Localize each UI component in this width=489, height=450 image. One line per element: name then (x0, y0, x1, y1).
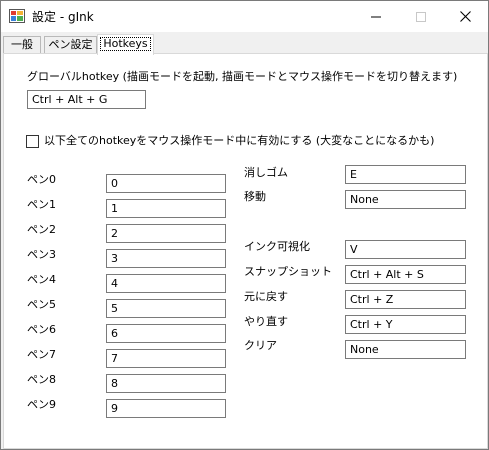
mouse-mode-checkbox[interactable] (26, 135, 39, 148)
close-icon (460, 11, 471, 22)
global-hotkey-field[interactable]: Ctrl + Alt + G (27, 90, 146, 109)
pen-3-hotkey-field[interactable]: 3 (106, 249, 226, 268)
maximize-button[interactable] (398, 1, 443, 32)
tab-pen-settings[interactable]: ペン設定 (44, 36, 97, 54)
pen-5-hotkey-field[interactable]: 5 (106, 299, 226, 318)
pen-7-hotkey-field[interactable]: 7 (106, 349, 226, 368)
pen-5-label: ペン5 (27, 298, 56, 311)
redo-hotkey-field[interactable]: Ctrl + Y (345, 315, 466, 334)
pen-7-label: ペン7 (27, 348, 56, 361)
snapshot-label: スナップショット (244, 265, 332, 278)
minimize-button[interactable] (353, 1, 398, 32)
minimize-icon (370, 16, 381, 17)
pen-9-label: ペン9 (27, 398, 56, 411)
ink-visible-hotkey-field[interactable]: V (345, 240, 466, 259)
mouse-mode-checkbox-label[interactable]: 以下全てのhotkeyをマウス操作モード中に有効にする (大変なことになるかも) (44, 134, 434, 148)
pen-0-label: ペン0 (27, 173, 56, 186)
pen-1-label: ペン1 (27, 198, 56, 211)
pen-3-label: ペン3 (27, 248, 56, 261)
ink-visible-label: インク可視化 (244, 240, 310, 253)
pan-hotkey-field[interactable]: None (345, 190, 466, 209)
maximize-icon (415, 11, 426, 22)
eraser-hotkey-field[interactable]: E (345, 165, 466, 184)
clear-label: クリア (244, 339, 277, 352)
pen-9-hotkey-field[interactable]: 9 (106, 399, 226, 418)
pen-2-hotkey-field[interactable]: 2 (106, 224, 226, 243)
pen-6-hotkey-field[interactable]: 6 (106, 324, 226, 343)
undo-label: 元に戻す (244, 290, 288, 303)
global-hotkey-label: グローバルhotkey (描画モードを起動, 描画モードとマウス操作モードを切り… (27, 70, 458, 83)
tab-strip: 一般 ペン設定 Hotkeys (1, 32, 488, 55)
pen-4-hotkey-field[interactable]: 4 (106, 274, 226, 293)
tab-general[interactable]: 一般 (3, 36, 41, 54)
hotkeys-tab-page: グローバルhotkey (描画モードを起動, 描画モードとマウス操作モードを切り… (3, 53, 488, 449)
clear-hotkey-field[interactable]: None (345, 340, 466, 359)
title-bar[interactable]: 設定 - gInk (1, 1, 488, 32)
window-title: 設定 - gInk (32, 10, 94, 24)
close-button[interactable] (443, 1, 488, 32)
pen-1-hotkey-field[interactable]: 1 (106, 199, 226, 218)
pen-8-label: ペン8 (27, 373, 56, 386)
snapshot-hotkey-field[interactable]: Ctrl + Alt + S (345, 265, 466, 284)
redo-label: やり直す (244, 315, 288, 328)
pan-label: 移動 (244, 190, 266, 203)
tab-pen-settings-label: ペン設定 (48, 38, 93, 51)
eraser-label: 消しゴム (244, 166, 288, 179)
tab-hotkeys-label: Hotkeys (100, 37, 151, 51)
pen-8-hotkey-field[interactable]: 8 (106, 374, 226, 393)
tab-general-label: 一般 (11, 38, 33, 51)
pen-0-hotkey-field[interactable]: 0 (106, 174, 226, 193)
undo-hotkey-field[interactable]: Ctrl + Z (345, 290, 466, 309)
app-icon (9, 9, 25, 23)
settings-window: 設定 - gInk 一般 ペン設定 Hotkeys グローバルhotkey (描… (0, 0, 489, 450)
pen-2-label: ペン2 (27, 223, 56, 236)
tab-hotkeys[interactable]: Hotkeys (97, 34, 154, 55)
pen-4-label: ペン4 (27, 273, 56, 286)
pen-6-label: ペン6 (27, 323, 56, 336)
